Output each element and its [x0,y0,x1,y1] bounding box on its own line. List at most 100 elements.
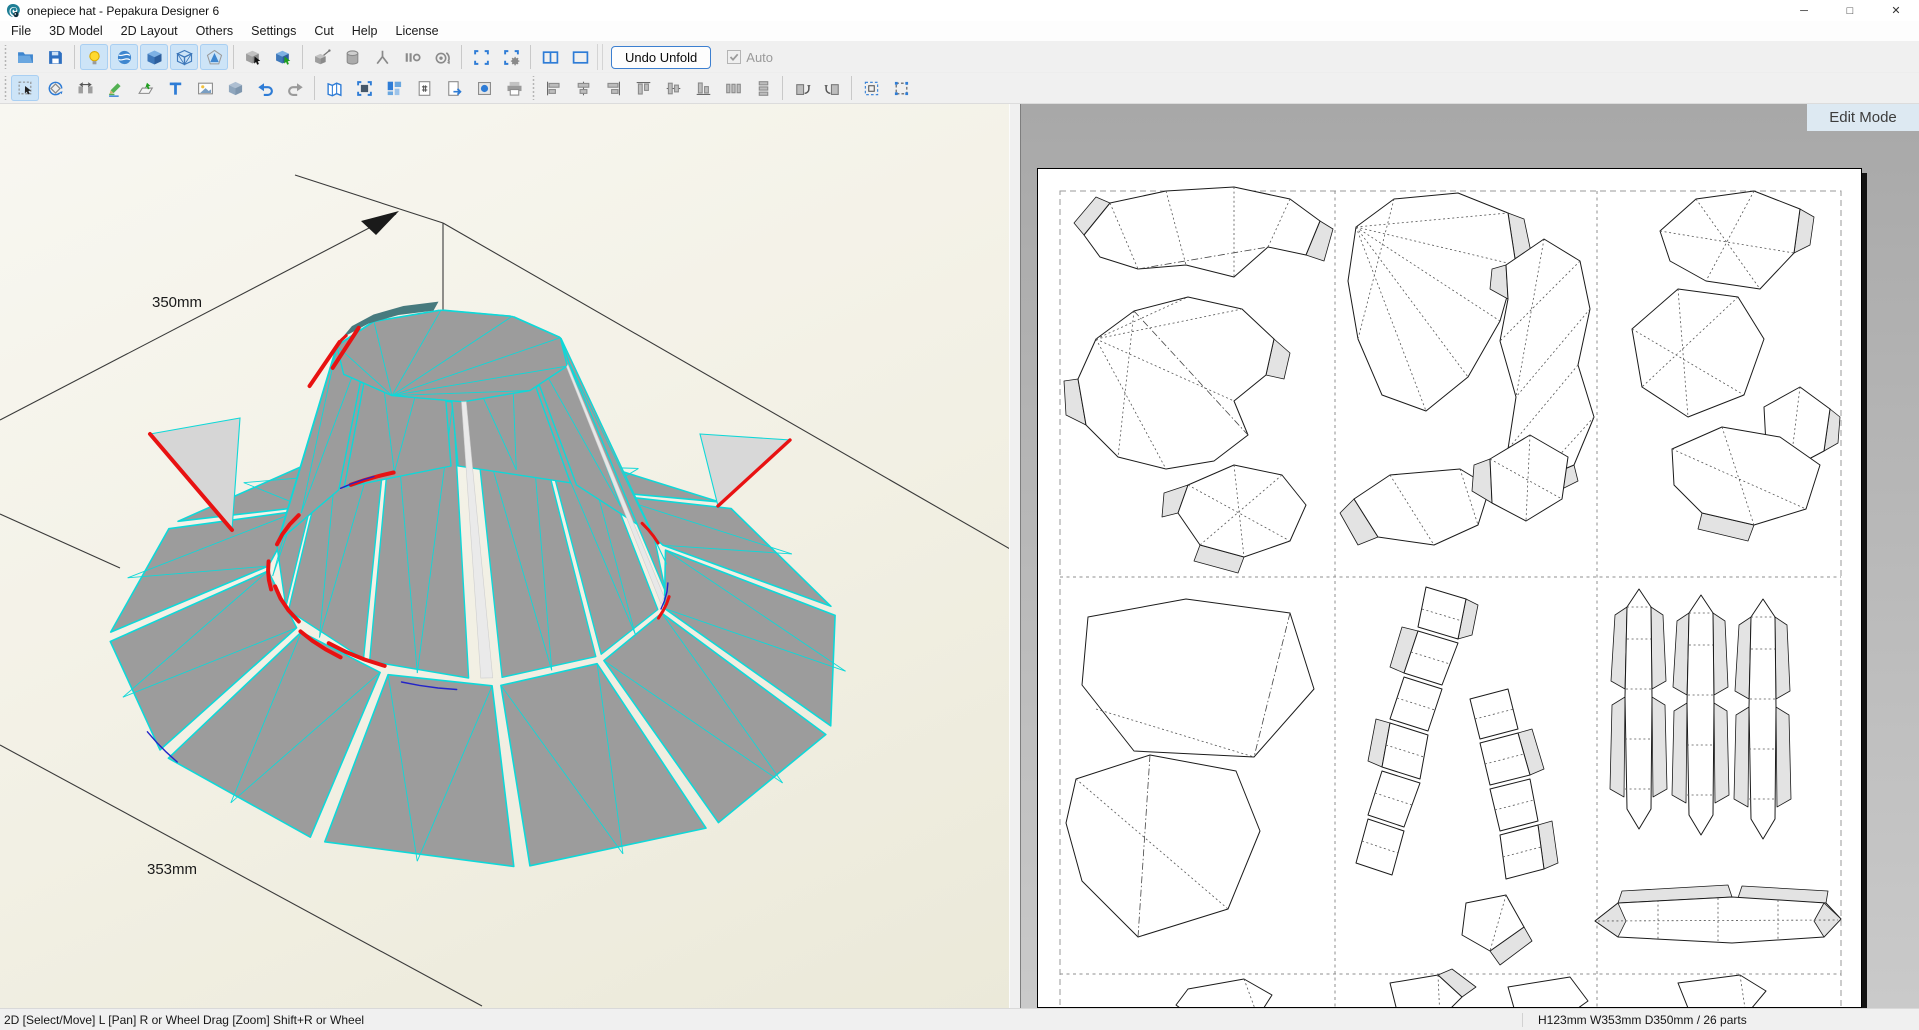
distribute-horizontal-button[interactable] [719,75,747,101]
checkbox-checked-icon [727,50,742,64]
page-number-icon [418,80,430,96]
maximize-button[interactable]: □ [1827,0,1873,21]
window-controls: ─ □ ✕ [1781,0,1919,21]
texture-view-button[interactable] [110,44,138,70]
align-right-button[interactable] [599,75,627,101]
toolbar-separator [314,76,315,100]
align-center-h-icon [577,81,589,95]
print-preview-button[interactable] [470,75,498,101]
rotate-part-button[interactable] [41,75,69,101]
two-pane-view-button[interactable] [536,44,564,70]
align-top-button[interactable] [629,75,657,101]
toolbar-grip[interactable] [3,45,8,69]
edit-flap-button[interactable] [131,75,159,101]
toolbar-separator [74,45,75,69]
menu-file[interactable]: File [0,21,40,41]
fit-to-selection-button[interactable] [350,75,378,101]
align-top-icon [636,81,650,95]
page-number-button[interactable] [410,75,438,101]
insert-image-button[interactable] [191,75,219,101]
align-center-horizontal-button[interactable] [569,75,597,101]
auto-arrange-button[interactable] [380,75,408,101]
spread-parts-button[interactable] [71,75,99,101]
free-transform-button[interactable] [887,75,915,101]
status-hint-text: 2D [Select/Move] L [Pan] R or Wheel Drag… [4,1012,365,1027]
edit-edge-color-button[interactable] [101,75,129,101]
viewport-2d[interactable]: Edit Mode [1021,104,1919,1008]
status-model-info: H123mm W353mm D350mm / 26 parts [1522,1012,1919,1027]
toolbar-grip[interactable] [3,76,8,100]
menu-2d-layout[interactable]: 2D Layout [112,21,187,41]
viewport-3d[interactable]: 350mm 353mm [0,104,1010,1008]
rotate-diamond-icon [48,81,63,95]
rotate-left-button[interactable] [788,75,816,101]
align-bottom-icon [696,81,710,95]
pane-splitter[interactable] [1010,104,1021,1008]
show-edge-button[interactable] [308,44,336,70]
redo-arrow-icon [287,82,303,96]
insert-text-button[interactable] [161,75,189,101]
eye-rotate-icon [435,51,450,64]
menu-settings[interactable]: Settings [242,21,305,41]
open-folder-icon [17,51,33,63]
viewport-3d-canvas[interactable]: 350mm 353mm [0,104,1010,1008]
distribute-vertical-button[interactable] [749,75,777,101]
unfold-sheet-button[interactable] [320,75,348,101]
cone-pentagon-icon [206,49,222,64]
flat-view-button[interactable] [200,44,228,70]
close-button[interactable]: ✕ [1873,0,1919,21]
single-pane-view-button[interactable] [566,44,594,70]
region-select-settings-button[interactable] [497,44,525,70]
print-preview-icon [477,81,491,95]
menu-others[interactable]: Others [187,21,243,41]
wireframe-cube-icon [175,49,193,65]
toolbar-3d: Undo Unfold Auto [0,42,1919,73]
menu-license[interactable]: License [387,21,448,41]
distribute-h-icon [725,83,741,93]
menu-3d-model[interactable]: 3D Model [40,21,112,41]
distribute-v-icon [758,80,768,96]
scale-check-button[interactable] [398,44,426,70]
measure-tool-button[interactable] [368,44,396,70]
align-center-vertical-button[interactable] [659,75,687,101]
open-file-button[interactable] [11,44,39,70]
toggle-light-button[interactable] [80,44,108,70]
toolbar-grip[interactable] [531,76,536,100]
pattern-page-canvas [1059,186,1842,1008]
menu-help[interactable]: Help [343,21,387,41]
edit-mode-badge: Edit Mode [1807,104,1919,131]
solid-view-button[interactable] [140,44,168,70]
menu-cut[interactable]: Cut [305,21,342,41]
toolbar-separator [233,45,234,69]
redo-button[interactable] [281,75,309,101]
spread-parts-icon [77,81,93,93]
export-page-button[interactable] [440,75,468,101]
dimension-depth-label: 353mm [147,861,197,878]
solid-cube-icon [146,49,162,65]
wireframe-view-button[interactable] [170,44,198,70]
undo-unfold-button[interactable]: Undo Unfold [611,45,712,69]
unfolded-parts[interactable] [1063,186,1842,1008]
show-3d-box-button[interactable] [221,75,249,101]
region-select-button[interactable] [467,44,495,70]
toolbar-2d [0,73,1919,104]
save-file-button[interactable] [41,44,69,70]
scale-selection-button[interactable] [857,75,885,101]
status-bar: 2D [Select/Move] L [Pan] R or Wheel Drag… [0,1008,1919,1030]
scale-selection-icon [864,81,878,95]
pattern-page[interactable] [1037,168,1862,1008]
auto-unfold-checkbox[interactable]: Auto [727,50,773,65]
hat-3d-model[interactable] [109,301,846,868]
select-face-button[interactable] [239,44,267,70]
measure-bars-icon [405,52,421,62]
align-bottom-button[interactable] [689,75,717,101]
undo-button[interactable] [251,75,279,101]
view-rotate-button[interactable] [428,44,456,70]
align-left-button[interactable] [539,75,567,101]
select-move-button[interactable] [11,75,39,101]
print-button[interactable] [500,75,528,101]
minimize-button[interactable]: ─ [1781,0,1827,21]
select-part-button[interactable] [269,44,297,70]
rotate-right-button[interactable] [818,75,846,101]
show-cylinder-button[interactable] [338,44,366,70]
